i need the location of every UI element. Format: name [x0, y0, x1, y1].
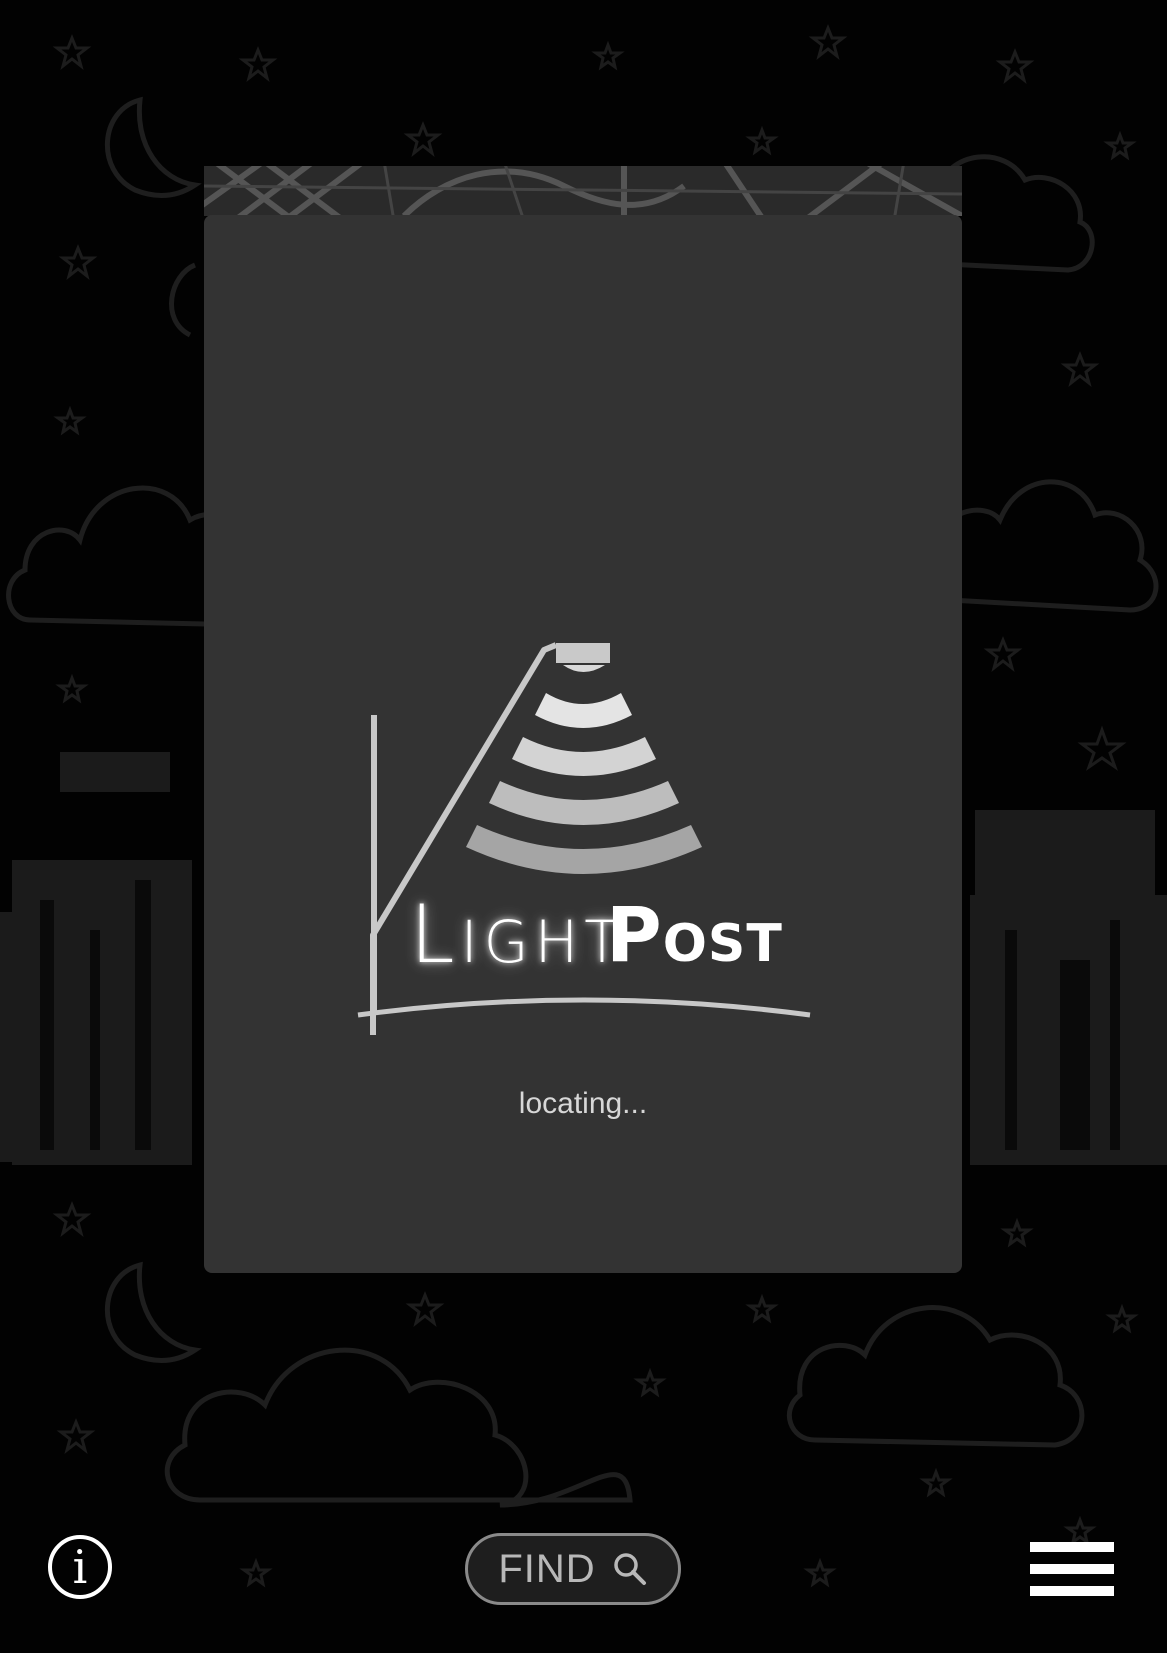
menu-bar-icon	[1030, 1586, 1114, 1596]
star-shape	[1063, 1515, 1097, 1546]
lamp-head	[556, 643, 610, 663]
light-beam-4	[466, 825, 702, 874]
star-shape	[239, 1557, 273, 1588]
menu-bar-icon	[1030, 1542, 1114, 1552]
star-shape	[56, 1417, 96, 1454]
star-shape	[1105, 1303, 1139, 1334]
star-shape	[1077, 725, 1127, 771]
star-shape	[405, 1290, 445, 1327]
find-button-label: FIND	[498, 1546, 596, 1591]
star-shape	[995, 47, 1035, 84]
moon-shape	[104, 96, 202, 198]
app-screen: LIGHT POST locating... i FIND	[0, 0, 1167, 1653]
loading-dialog: LIGHT POST locating...	[204, 215, 962, 1273]
info-icon: i	[72, 1540, 88, 1594]
star-shape	[808, 23, 848, 60]
cloud-shape	[786, 1305, 1085, 1448]
app-wordmark: LIGHT POST	[410, 895, 810, 1005]
light-beam-2	[512, 737, 656, 776]
star-shape	[403, 120, 443, 157]
star-shape	[1000, 1217, 1034, 1248]
loading-status-text: locating...	[518, 1087, 648, 1120]
star-shape	[58, 243, 98, 280]
pole-base	[371, 715, 377, 1015]
moon-shape	[104, 1261, 202, 1363]
find-button[interactable]: FIND	[465, 1533, 681, 1605]
light-beam-3	[489, 781, 679, 825]
info-button[interactable]: i	[48, 1535, 112, 1599]
light-beam-1	[535, 693, 632, 728]
star-shape	[55, 673, 89, 704]
search-icon	[613, 1553, 646, 1585]
star-shape	[633, 1367, 667, 1398]
star-shape	[53, 405, 87, 436]
moon-shape	[169, 262, 197, 338]
star-shape	[1060, 350, 1100, 387]
star-shape	[919, 1467, 953, 1498]
star-shape	[803, 1557, 837, 1588]
menu-bar-icon	[1030, 1564, 1114, 1574]
star-shape	[52, 33, 92, 70]
star-shape	[745, 1293, 779, 1324]
star-shape	[591, 40, 625, 71]
wordmark-light: LIGHT	[410, 888, 626, 981]
star-shape	[983, 635, 1023, 672]
star-shape	[745, 125, 779, 156]
star-shape	[1103, 130, 1137, 161]
star-shape	[238, 45, 278, 82]
cloud-shape	[164, 1347, 633, 1508]
hamburger-menu-button[interactable]	[1030, 1542, 1114, 1596]
star-shape	[52, 1200, 92, 1237]
wordmark-post: POST	[606, 890, 783, 979]
map-preview-strip	[204, 166, 962, 216]
